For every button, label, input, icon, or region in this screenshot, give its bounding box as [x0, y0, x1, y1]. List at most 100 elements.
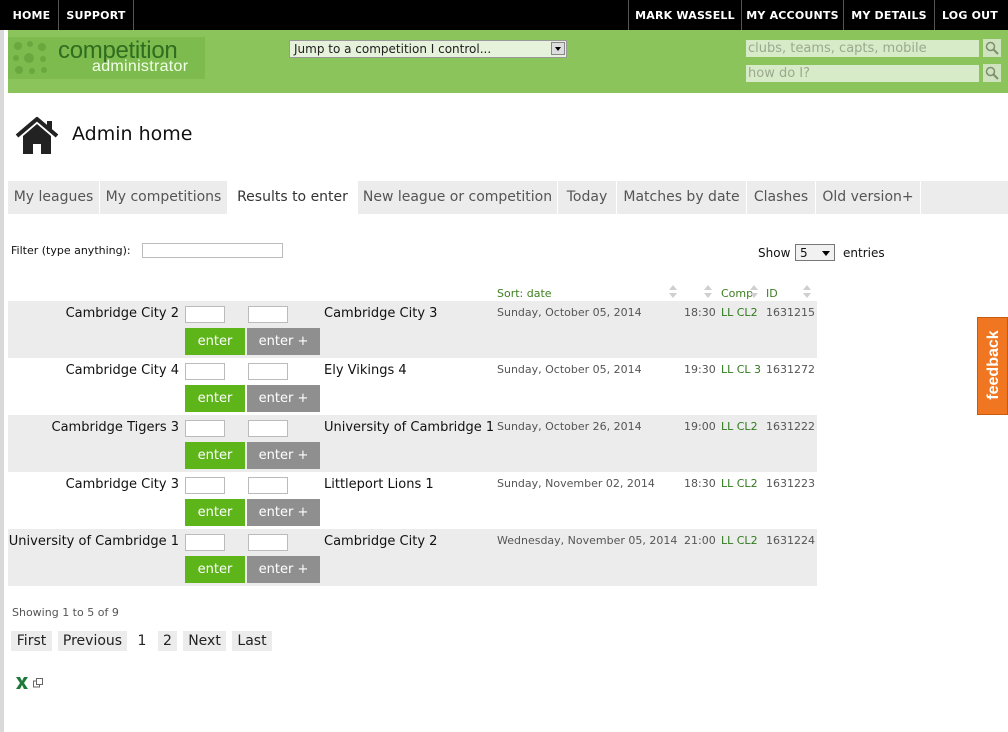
sort-arrows-icon[interactable] — [749, 285, 759, 299]
competition-link[interactable]: LL CL2 — [721, 477, 758, 490]
pagination-last-button[interactable]: Last — [232, 631, 272, 651]
id-column-header[interactable]: ID — [766, 287, 778, 300]
pagination-previous-button[interactable]: Previous — [58, 631, 127, 651]
table-row: Cambridge City 2 Cambridge City 3 Sunday… — [8, 301, 817, 358]
match-date: Sunday, November 02, 2014 — [497, 477, 655, 490]
table-row: Cambridge City 3 Littleport Lions 1 Sund… — [8, 472, 817, 529]
search-icon — [985, 66, 999, 80]
enter-button[interactable]: enter — [185, 442, 245, 469]
home-team: Cambridge City 3 — [65, 477, 179, 492]
enter-plus-button[interactable]: enter + — [247, 328, 320, 355]
competition-link[interactable]: LL CL2 — [721, 420, 758, 433]
away-score-input[interactable] — [248, 306, 288, 323]
competition-link[interactable]: LL CL2 — [721, 534, 758, 547]
how-do-i-input[interactable]: how do I? — [746, 65, 979, 82]
tab-today[interactable]: Today — [558, 181, 617, 214]
how-do-i-button[interactable] — [983, 64, 1001, 82]
home-team: Cambridge City 4 — [65, 363, 179, 378]
home-score-input[interactable] — [185, 534, 225, 551]
away-team: Cambridge City 3 — [324, 306, 438, 321]
pagination-first-button[interactable]: First — [11, 631, 52, 651]
competition-link[interactable]: LL CL 3 — [721, 363, 761, 376]
external-link-icon[interactable] — [33, 678, 43, 688]
search-button[interactable] — [983, 39, 1001, 57]
home-team: University of Cambridge 1 — [8, 534, 179, 549]
nav-user-link[interactable]: MARK WASSELL — [628, 0, 741, 30]
filter-label: Filter (type anything): — [11, 244, 131, 257]
tab-my-leagues[interactable]: My leagues — [8, 181, 100, 214]
match-id: 1631272 — [766, 363, 815, 376]
enter-plus-button[interactable]: enter + — [247, 499, 320, 526]
enter-plus-button[interactable]: enter + — [247, 385, 320, 412]
nav-my-details-link[interactable]: MY DETAILS — [843, 0, 934, 30]
logo-dots-icon — [13, 41, 47, 74]
home-score-input[interactable] — [185, 363, 225, 380]
nav-logout-link[interactable]: LOG OUT — [934, 0, 1005, 30]
entries-label: entries — [843, 246, 885, 260]
table-row: Cambridge Tigers 3 University of Cambrid… — [8, 415, 817, 472]
excel-export-icon[interactable] — [15, 676, 29, 690]
away-score-input[interactable] — [248, 477, 288, 494]
match-time: 19:30 — [684, 363, 716, 376]
page-title: Admin home — [72, 123, 193, 145]
match-date: Sunday, October 26, 2014 — [497, 420, 642, 433]
feedback-tab[interactable]: feedback — [977, 317, 1008, 415]
tab-my-competitions[interactable]: My competitions — [100, 181, 228, 214]
dropdown-arrow-icon — [822, 251, 830, 256]
pagination-next-button[interactable]: Next — [183, 631, 226, 651]
entries-select-value: 5 — [800, 246, 808, 260]
away-score-input[interactable] — [248, 534, 288, 551]
away-team: Littleport Lions 1 — [324, 477, 434, 492]
search-icon — [985, 41, 999, 55]
tab-old-version[interactable]: Old version+ — [816, 181, 921, 214]
jump-to-competition-select[interactable]: Jump to a competition I control... — [289, 40, 567, 58]
dropdown-arrow-icon — [551, 42, 565, 55]
site-logo[interactable]: competition administrator — [8, 37, 205, 79]
match-date: Sunday, October 05, 2014 — [497, 306, 642, 319]
home-score-input[interactable] — [185, 420, 225, 437]
match-id: 1631215 — [766, 306, 815, 319]
away-team: Cambridge City 2 — [324, 534, 438, 549]
pagination-page-1[interactable]: 1 — [133, 631, 151, 651]
tab-results-to-enter[interactable]: Results to enter — [228, 181, 358, 214]
match-id: 1631224 — [766, 534, 815, 547]
away-team: Ely Vikings 4 — [324, 363, 407, 378]
nav-my-accounts-link[interactable]: MY ACCOUNTS — [741, 0, 843, 30]
enter-button[interactable]: enter — [185, 556, 245, 583]
sort-date-header[interactable]: Sort: date — [497, 287, 552, 300]
tab-matches-by-date[interactable]: Matches by date — [617, 181, 747, 214]
nav-support-link[interactable]: SUPPORT — [59, 0, 134, 30]
sort-arrows-icon[interactable] — [802, 285, 812, 299]
away-score-input[interactable] — [248, 363, 288, 380]
filter-input[interactable] — [142, 243, 283, 258]
pagination-page-2[interactable]: 2 — [158, 631, 177, 651]
tab-new-league-or-competition[interactable]: New league or competition — [358, 181, 558, 214]
sort-arrows-icon[interactable] — [668, 285, 678, 299]
away-score-input[interactable] — [248, 420, 288, 437]
match-time: 21:00 — [684, 534, 716, 547]
match-time: 18:30 — [684, 477, 716, 490]
enter-plus-button[interactable]: enter + — [247, 556, 320, 583]
nav-home-link[interactable]: HOME — [5, 0, 59, 30]
home-score-input[interactable] — [185, 477, 225, 494]
left-edge-bar — [0, 30, 4, 732]
home-score-input[interactable] — [185, 306, 225, 323]
enter-plus-button[interactable]: enter + — [247, 442, 320, 469]
logo-text-administrator: administrator — [92, 58, 189, 75]
enter-button[interactable]: enter — [185, 328, 245, 355]
entries-per-page-select[interactable]: 5 — [795, 244, 835, 261]
match-time: 18:30 — [684, 306, 716, 319]
away-team: University of Cambridge 1 — [324, 420, 495, 435]
search-input[interactable]: clubs, teams, capts, mobile — [746, 40, 979, 57]
tab-clashes[interactable]: Clashes — [747, 181, 816, 214]
match-id: 1631222 — [766, 420, 815, 433]
home-icon — [15, 117, 59, 154]
enter-button[interactable]: enter — [185, 499, 245, 526]
competition-link[interactable]: LL CL2 — [721, 306, 758, 319]
sort-arrows-icon[interactable] — [703, 285, 713, 299]
enter-button[interactable]: enter — [185, 385, 245, 412]
top-navigation: HOME SUPPORT MARK WASSELL MY ACCOUNTS MY… — [0, 0, 1008, 30]
home-team: Cambridge City 2 — [65, 306, 179, 321]
table-row: Cambridge City 4 Ely Vikings 4 Sunday, O… — [8, 358, 817, 415]
match-time: 19:00 — [684, 420, 716, 433]
